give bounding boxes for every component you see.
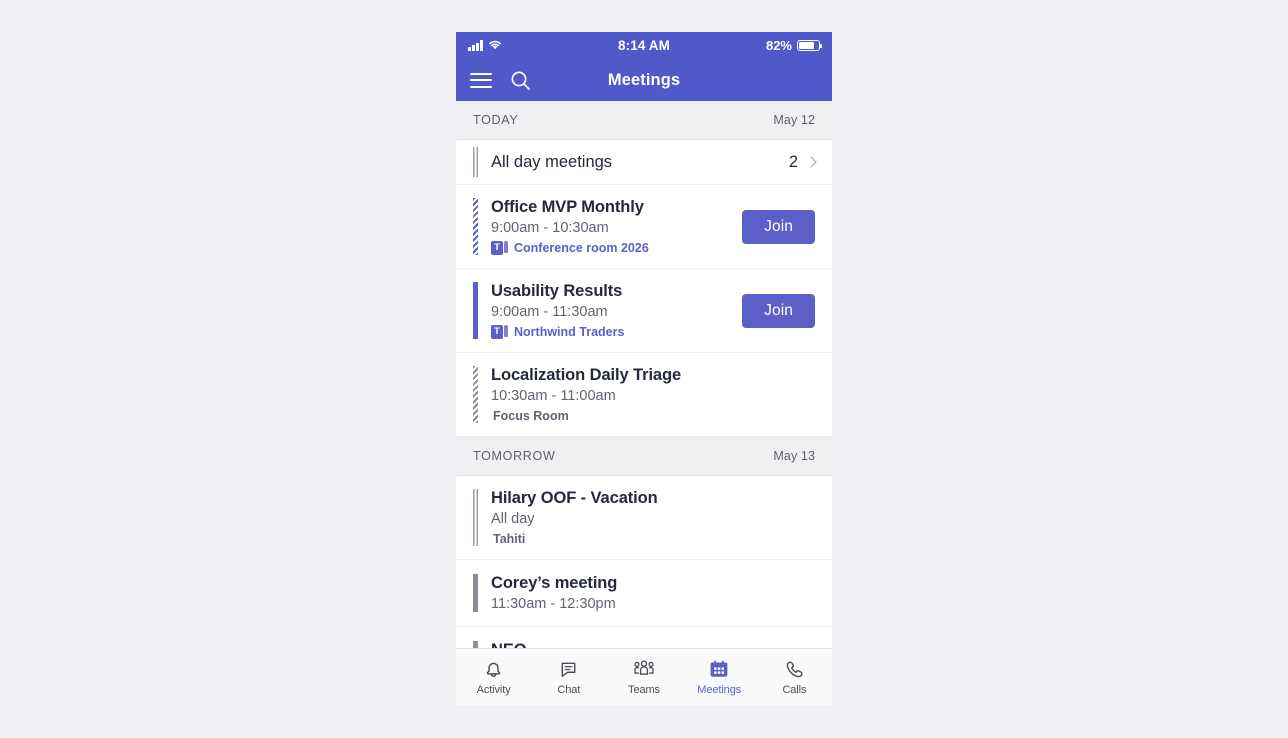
status-bar: 8:14 AM 82%: [456, 32, 832, 59]
event-accent-bar: [473, 366, 478, 423]
event-accent-bar: [473, 198, 478, 255]
app-bar: Meetings: [456, 59, 832, 101]
tab-label: Teams: [628, 684, 660, 696]
join-button-wrap: Join: [730, 282, 815, 339]
bell-icon: [483, 658, 504, 680]
teams-meeting-icon: T: [491, 241, 508, 255]
day-date: May 12: [773, 113, 815, 127]
meeting-details: Office MVP Monthly 9:00am - 10:30am T Co…: [491, 198, 730, 255]
teams-meeting-icon: T: [491, 325, 508, 339]
tab-label: Chat: [557, 684, 581, 696]
join-button[interactable]: Join: [742, 293, 815, 328]
meeting-time: All day: [491, 511, 535, 527]
meeting-location[interactable]: T Northwind Traders: [491, 325, 730, 339]
tab-activity[interactable]: Activity: [456, 658, 531, 696]
chat-bubble-icon: [558, 658, 579, 680]
phone-frame: 8:14 AM 82% Meetings TODAY May 12 All da…: [456, 32, 832, 705]
meeting-time: 11:30am - 12:30pm: [491, 596, 616, 612]
tab-calls[interactable]: Calls: [757, 658, 832, 696]
bottom-tab-bar: Activity Chat Teams Meetings Calls: [456, 648, 832, 705]
meeting-time: 9:00am - 10:30am: [491, 220, 609, 236]
all-day-meetings-row[interactable]: All day meetings 2: [456, 140, 832, 185]
meeting-details: NEO: [491, 641, 815, 648]
event-accent-bar: [473, 574, 478, 612]
meeting-location-label: Northwind Traders: [514, 325, 625, 339]
all-day-meetings-label: All day meetings: [491, 152, 613, 171]
phone-icon: [784, 658, 805, 680]
meeting-row[interactable]: Localization Daily Triage 10:30am - 11:0…: [456, 353, 832, 437]
meeting-row[interactable]: Usability Results 9:00am - 11:30am T Nor…: [456, 269, 832, 353]
all-day-meetings-count: 2: [788, 152, 798, 171]
hamburger-menu-icon[interactable]: [470, 72, 492, 88]
search-icon[interactable]: [510, 70, 531, 91]
meeting-title: Office MVP Monthly: [491, 198, 644, 216]
day-label: TODAY: [473, 113, 519, 127]
meeting-row[interactable]: NEO: [456, 627, 832, 648]
meeting-time: 9:00am - 11:30am: [491, 304, 608, 320]
app-bar-icons: [470, 70, 531, 91]
battery-icon: [797, 40, 823, 51]
calendar-icon: [708, 658, 730, 680]
day-header-today: TODAY May 12: [456, 101, 832, 140]
join-button-wrap: Join: [730, 198, 815, 255]
tab-meetings[interactable]: Meetings: [682, 658, 757, 696]
meeting-title: Hilary OOF - Vacation: [491, 489, 658, 507]
day-date: May 13: [773, 449, 815, 463]
meeting-location: Focus Room: [491, 409, 815, 423]
meeting-row[interactable]: Hilary OOF - Vacation All day Tahiti: [456, 476, 832, 560]
tab-label: Calls: [782, 684, 807, 696]
meeting-row[interactable]: Office MVP Monthly 9:00am - 10:30am T Co…: [456, 185, 832, 269]
status-bar-right: 82%: [765, 38, 823, 53]
meeting-title: Usability Results: [491, 282, 623, 300]
day-header-tomorrow: TOMORROW May 13: [456, 437, 832, 476]
meeting-row[interactable]: Corey’s meeting 11:30am - 12:30pm: [456, 560, 832, 627]
meeting-location[interactable]: T Conference room 2026: [491, 241, 730, 255]
meeting-details: Hilary OOF - Vacation All day Tahiti: [491, 489, 815, 546]
battery-percent-label: 82%: [765, 38, 792, 53]
chevron-right-icon[interactable]: [805, 156, 817, 168]
day-label: TOMORROW: [473, 449, 556, 463]
join-button[interactable]: Join: [742, 209, 815, 244]
all-day-meetings-right: 2: [788, 152, 817, 172]
meeting-details: Localization Daily Triage 10:30am - 11:0…: [491, 366, 815, 423]
meeting-title: NEO: [491, 641, 815, 648]
meeting-location-label: Tahiti: [493, 532, 526, 546]
meeting-title: Localization Daily Triage: [491, 366, 682, 384]
event-accent-bar: [473, 147, 478, 177]
meeting-location-label: Conference room 2026: [514, 241, 649, 255]
meeting-details: Corey’s meeting 11:30am - 12:30pm: [491, 574, 815, 612]
meetings-list[interactable]: TODAY May 12 All day meetings 2 Office M…: [456, 101, 832, 648]
meeting-location-label: Focus Room: [493, 409, 569, 423]
people-icon: [632, 658, 656, 680]
tab-label: Activity: [476, 684, 511, 696]
event-accent-bar: [473, 489, 478, 546]
meeting-details: Usability Results 9:00am - 11:30am T Nor…: [491, 282, 730, 339]
meeting-time: 10:30am - 11:00am: [491, 388, 616, 404]
event-accent-bar: [473, 641, 478, 648]
event-accent-bar: [473, 282, 478, 339]
tab-teams[interactable]: Teams: [606, 658, 681, 696]
meeting-location: Tahiti: [491, 532, 815, 546]
meeting-title: Corey’s meeting: [491, 574, 618, 592]
tab-chat[interactable]: Chat: [531, 658, 606, 696]
screen-root: 8:14 AM 82% Meetings TODAY May 12 All da…: [0, 0, 1288, 738]
tab-label: Meetings: [697, 684, 742, 696]
